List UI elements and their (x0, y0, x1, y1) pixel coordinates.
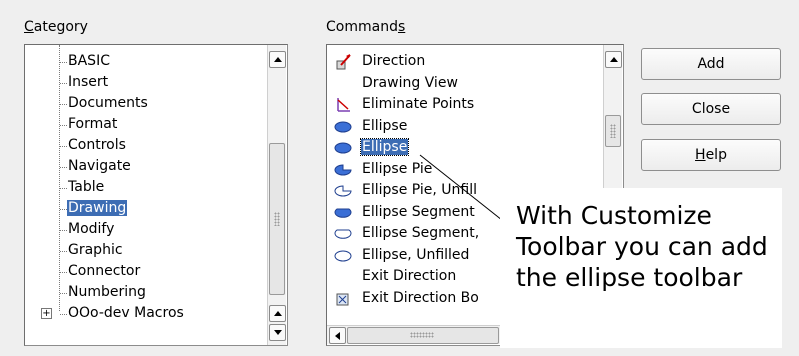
command-item[interactable]: Exit Direction (362, 266, 456, 287)
category-item[interactable]: BASIC (68, 51, 110, 72)
tree-line (60, 62, 67, 63)
scroll-thumb[interactable] (605, 115, 621, 147)
tree-line (60, 83, 67, 84)
expand-icon[interactable]: + (41, 308, 52, 319)
command-item[interactable]: Ellipse Pie, Unfill (362, 180, 477, 201)
ellipse-unfilled-icon (333, 247, 353, 265)
tree-line (60, 314, 67, 315)
command-item[interactable]: Eliminate Points (362, 94, 474, 115)
tree-line (60, 188, 67, 189)
command-item-label: Ellipse Pie (362, 161, 433, 177)
category-item-label: Graphic (68, 242, 123, 258)
category-item[interactable]: Controls (68, 135, 126, 156)
category-item-label: Connector (68, 263, 141, 279)
command-item-label: Exit Direction Bo (362, 290, 479, 306)
ellipse-filled-icon (333, 118, 353, 136)
command-item-label: Ellipse Segment, (362, 225, 480, 241)
category-item[interactable]: Connector (68, 261, 140, 282)
tree-line (60, 146, 67, 147)
commands-label: Commands (326, 19, 406, 35)
category-item[interactable]: Numbering (68, 282, 146, 303)
hscroll-thumb[interactable] (347, 327, 499, 344)
command-item[interactable]: Drawing View (362, 73, 458, 94)
ellipse-pie-unfilled-icon (333, 182, 353, 200)
command-item-label: Direction (362, 53, 426, 69)
command-item-label: Ellipse Pie, Unfill (362, 182, 478, 198)
add-button[interactable]: Add (641, 48, 781, 80)
category-item[interactable]: Drawing (67, 198, 128, 219)
scroll-up-button[interactable] (269, 305, 286, 322)
arrow-up-icon (273, 57, 282, 62)
exit-direction-box-icon (333, 290, 353, 308)
command-item[interactable]: Ellipse Segment (362, 202, 475, 223)
tree-line (60, 251, 67, 252)
tree-line (60, 209, 67, 210)
arrow-up-icon (273, 311, 282, 316)
category-item[interactable]: Modify (68, 219, 114, 240)
scroll-up-button[interactable] (269, 51, 286, 68)
category-item-label: Controls (68, 137, 126, 153)
category-item-label: Table (68, 179, 105, 195)
command-item[interactable]: Ellipse Pie (362, 159, 432, 180)
category-item[interactable]: Insert (68, 72, 108, 93)
category-item-label: Drawing (67, 200, 128, 216)
tree-line (60, 167, 67, 168)
direction-icon (333, 53, 353, 71)
category-item[interactable]: Table (68, 177, 104, 198)
grip-icon (410, 332, 434, 338)
command-item[interactable]: Exit Direction Bo (362, 288, 479, 309)
close-button[interactable]: Close (641, 93, 781, 125)
command-item-label: Drawing View (362, 75, 458, 91)
category-label: Category (24, 19, 88, 35)
category-item-label: OOo-dev Macros (68, 305, 184, 321)
commands-hscrollbar[interactable] (327, 325, 502, 344)
category-item-label: BASIC (68, 53, 110, 69)
category-item-label: Navigate (68, 158, 131, 174)
category-item-label: Insert (68, 74, 109, 90)
tree-line (60, 230, 67, 231)
category-scrollbar[interactable] (267, 45, 286, 345)
scroll-up-button[interactable] (605, 51, 622, 68)
category-item[interactable]: Graphic (68, 240, 123, 261)
category-item-label: Format (68, 116, 118, 132)
arrow-down-icon (273, 330, 282, 335)
command-item[interactable]: Ellipse Segment, (362, 223, 479, 244)
arrow-left-icon (335, 331, 340, 340)
command-item-label: Ellipse (362, 118, 408, 134)
callout-annotation: With Customize Toolbar you can add the e… (500, 188, 782, 348)
grip-icon (610, 124, 616, 138)
eliminate-points-icon (333, 96, 353, 114)
ellipse-pie-icon (333, 161, 353, 179)
category-item-label: Modify (68, 221, 115, 237)
tree-line (60, 125, 67, 126)
category-list[interactable]: BASIC Insert Documents Format Controls Naviga… (24, 44, 288, 346)
tree-line (60, 293, 67, 294)
category-item[interactable]: Format (68, 114, 117, 135)
command-item-label: Ellipse Segment (362, 204, 475, 220)
command-item-label: Eliminate Points (362, 96, 475, 112)
arrow-up-icon (609, 57, 618, 62)
scroll-thumb[interactable] (269, 143, 285, 295)
command-item[interactable]: Ellipse, Unfilled (362, 245, 469, 266)
category-item-label: Documents (68, 95, 148, 111)
command-item[interactable]: Ellipse (362, 116, 407, 137)
category-item[interactable]: OOo-dev Macros (68, 303, 184, 324)
help-button[interactable]: Help (641, 139, 781, 171)
category-item-label: Numbering (68, 284, 146, 300)
scroll-down-button[interactable] (269, 324, 286, 341)
command-item[interactable]: Direction (362, 51, 425, 72)
category-item[interactable]: Navigate (68, 156, 131, 177)
ellipse-filled-icon (333, 139, 353, 157)
scroll-left-button[interactable] (329, 327, 346, 344)
tree-line (60, 104, 67, 105)
command-item-label: Exit Direction (362, 268, 457, 284)
category-item[interactable]: Documents (68, 93, 148, 114)
grip-icon (274, 212, 280, 226)
command-item-label: Ellipse (359, 138, 410, 156)
ellipse-segment-unfilled-icon (333, 225, 353, 243)
tree-line (60, 272, 67, 273)
ellipse-segment-icon (333, 204, 353, 222)
command-item-label: Ellipse, Unfilled (362, 247, 470, 263)
command-item[interactable]: Ellipse (359, 137, 410, 158)
